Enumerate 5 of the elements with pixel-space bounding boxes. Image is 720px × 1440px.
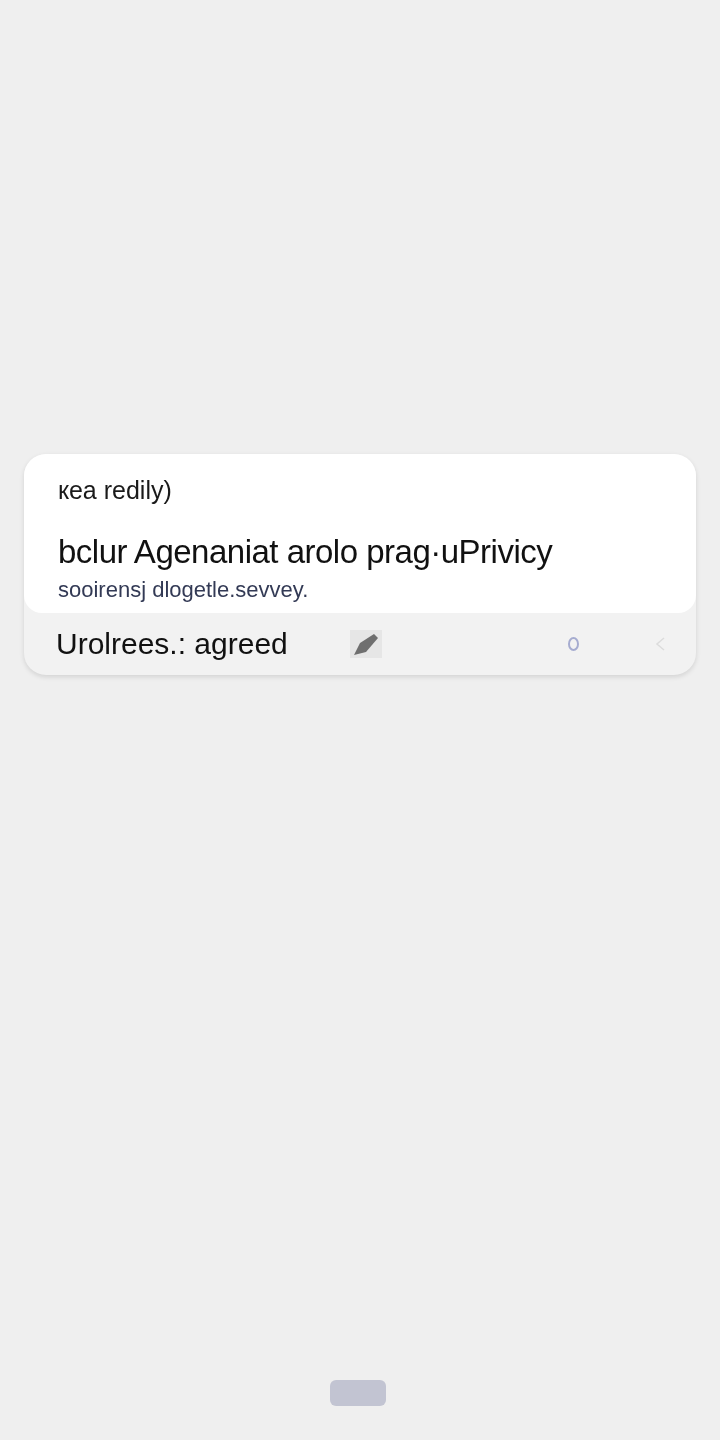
card-eyebrow: кea redily) xyxy=(58,476,173,505)
card-subtitle: sooirensj dlogetle.sevvey. xyxy=(58,577,310,603)
agreement-label: Urolrees.: agreed xyxy=(56,627,289,661)
card-title: bclur Agenaniat arolo prag·uPrivicy xyxy=(58,533,554,571)
pill-bar xyxy=(330,1380,386,1406)
